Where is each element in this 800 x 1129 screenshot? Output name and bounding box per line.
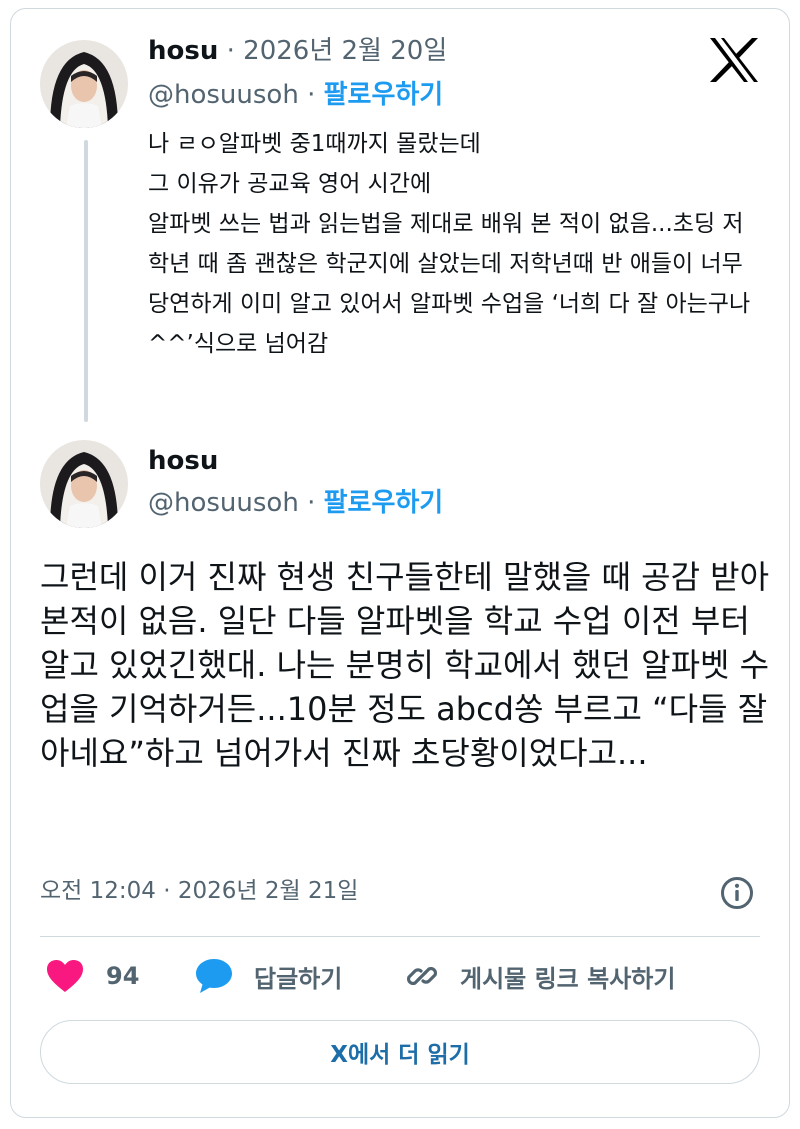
tweet2-text: 그런데 이거 진짜 현생 친구들한테 말했을 때 공감 받아본적이 없음. 일단… [40,558,770,772]
post-timestamp[interactable]: 오전 12:04 · 2026년 2월 21일 [40,874,358,908]
author-name[interactable]: hosu [148,36,218,66]
copy-link-label: 게시물 링크 복사하기 [460,964,676,993]
separator-dot: · [307,488,316,518]
avatar[interactable] [40,40,128,128]
post-date[interactable]: · 2026년 2월 20일 [227,36,448,66]
tweet1-header: hosu · 2026년 2월 20일 [148,36,447,66]
tweet2-handle-row: @hosuusoh · 팔로우하기 [148,488,443,518]
follow-button[interactable]: 팔로우하기 [324,80,444,110]
reply-label: 답글하기 [254,964,343,993]
author-handle[interactable]: @hosuusoh [148,488,299,518]
like-count: 94 [106,962,140,990]
tweet2-header: hosu [148,446,218,476]
x-logo-icon[interactable] [708,36,760,84]
tweet1-text: 나 ㄹㅇ알파벳 중1때까지 몰랐는데 그 이유가 공교육 영어 시간에 알파벳 … [148,131,751,357]
follow-button[interactable]: 팔로우하기 [324,488,444,518]
divider [40,936,760,937]
speech-bubble-icon [194,957,234,995]
author-name[interactable]: hosu [148,446,218,476]
tweet1-handle-row: @hosuusoh · 팔로우하기 [148,80,443,110]
author-handle[interactable]: @hosuusoh [148,80,299,110]
read-more-on-x-button[interactable]: X에서 더 읽기 [40,1020,760,1084]
reply-button[interactable]: 답글하기 [194,956,342,996]
separator-dot: · [307,80,316,110]
copy-link-button[interactable]: 게시물 링크 복사하기 [404,956,675,996]
like-button[interactable]: 94 [46,956,139,996]
avatar[interactable] [40,440,128,528]
link-icon [404,958,440,994]
info-icon[interactable] [720,876,754,910]
thread-connector-line [84,140,88,422]
heart-icon [46,959,84,993]
